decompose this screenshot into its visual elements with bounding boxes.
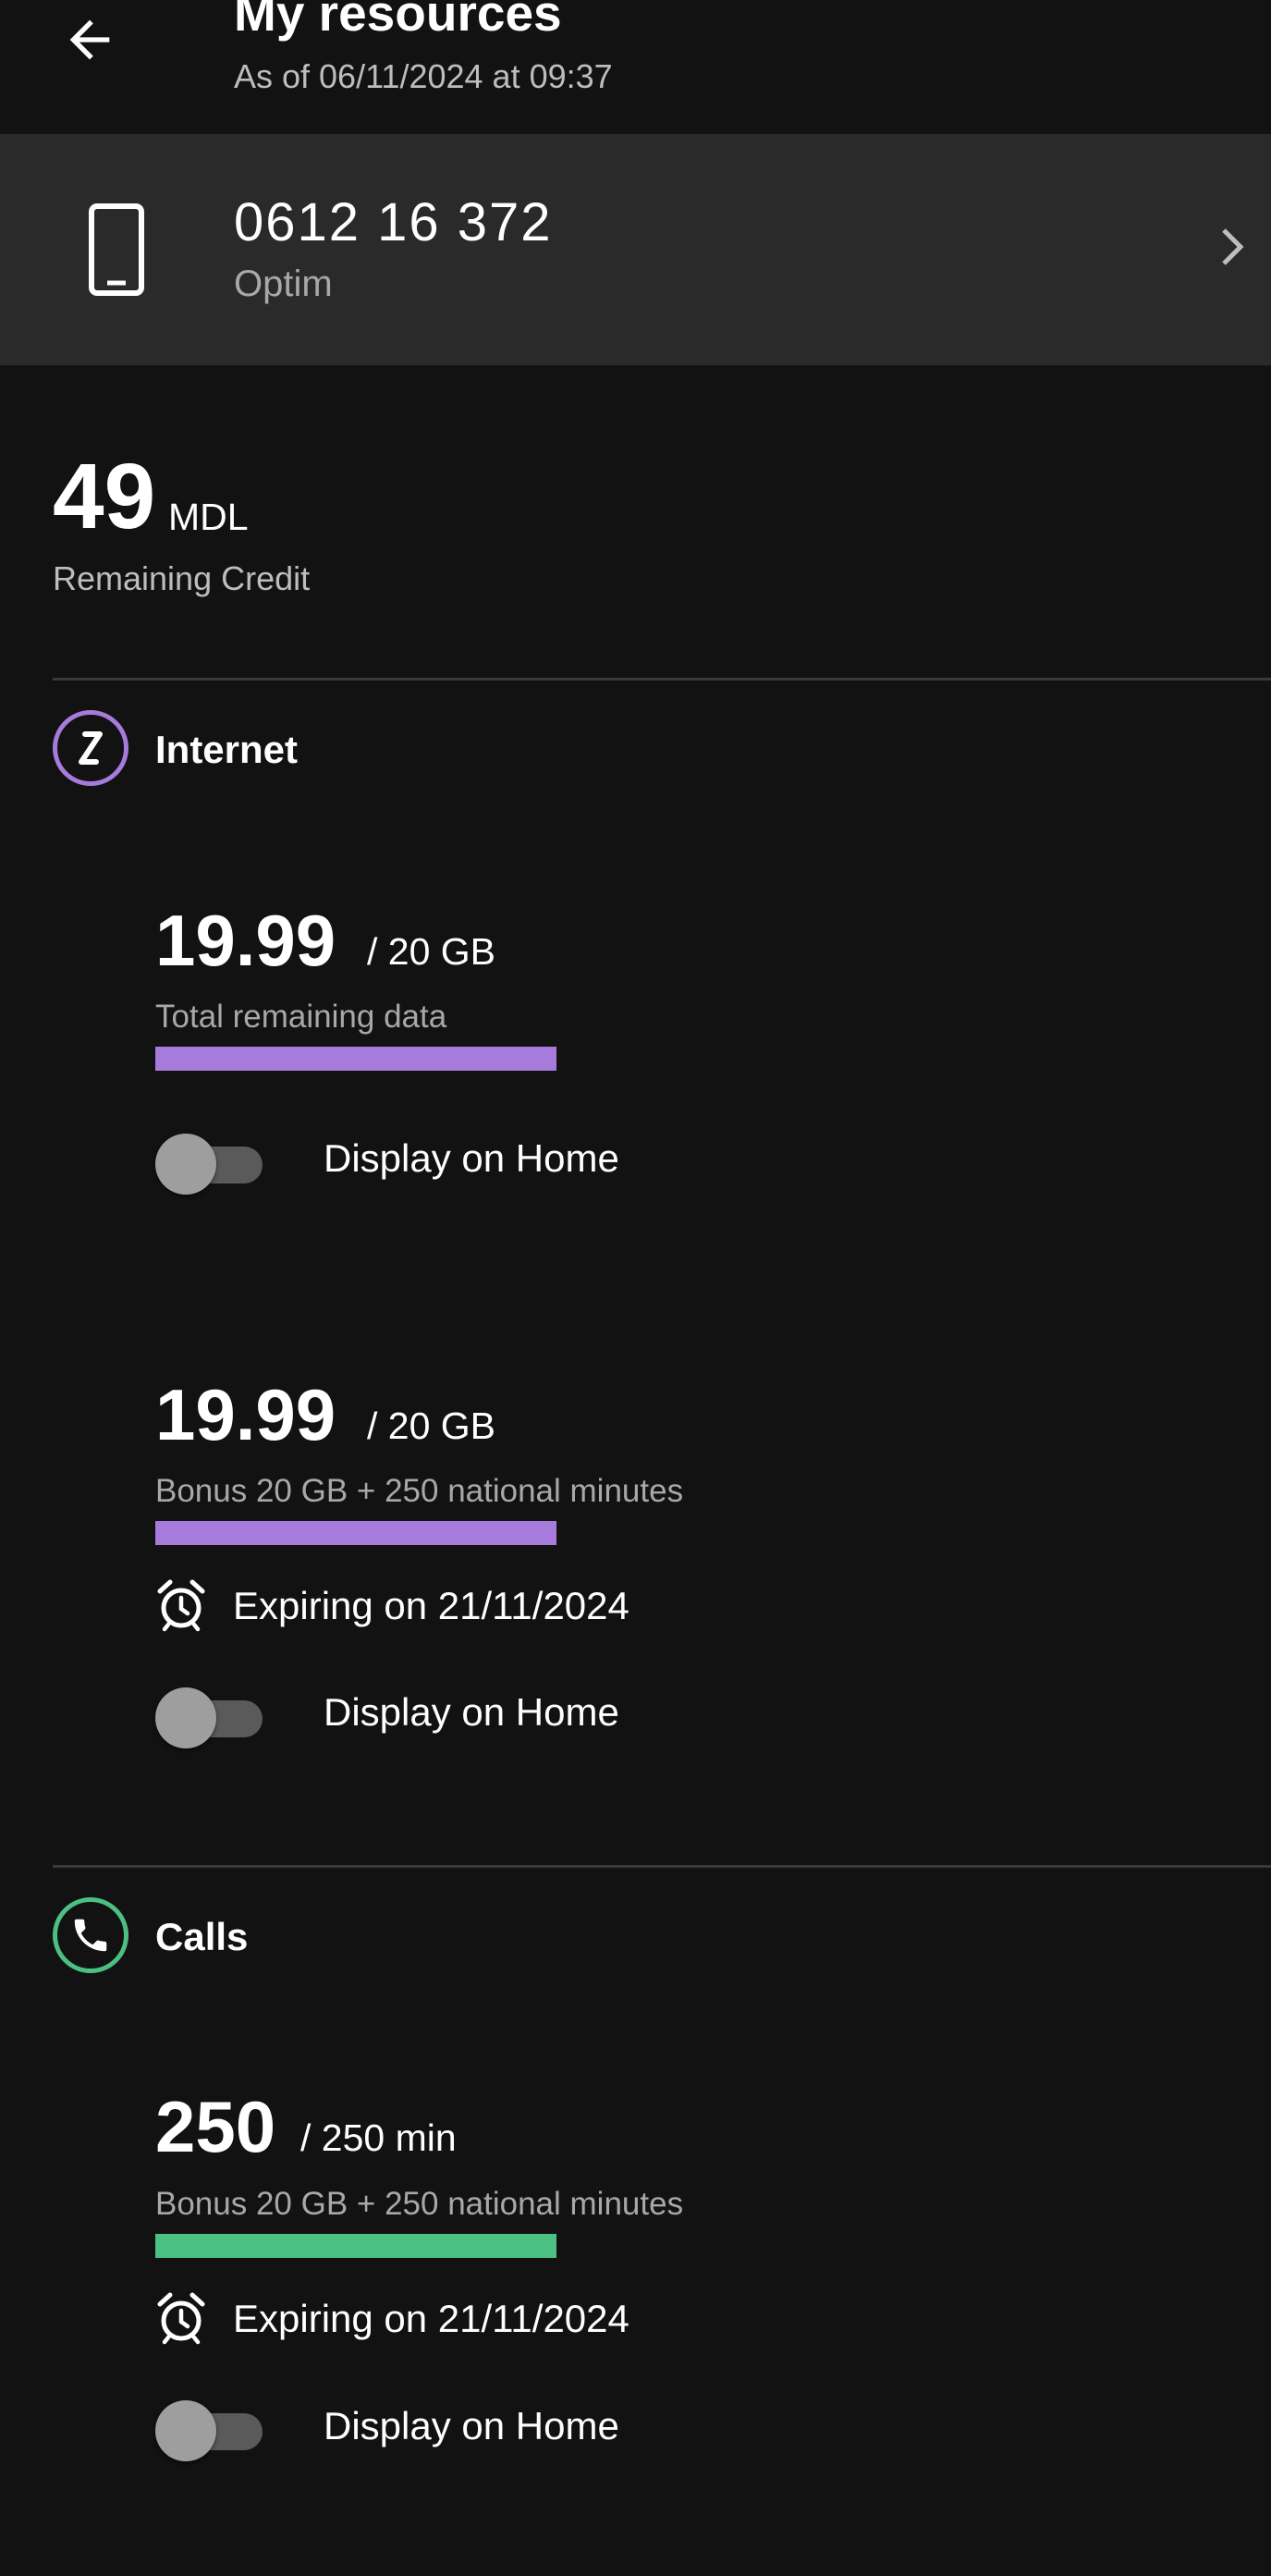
expiry-date: Expiring on 21/11/2024	[233, 1584, 629, 1627]
section-title-calls: Calls	[155, 1915, 249, 1958]
data-remaining-value: 19.99	[155, 900, 336, 981]
minutes-description: Bonus 20 GB + 250 national minutes	[155, 2186, 684, 2222]
toggle-thumb	[155, 2400, 216, 2461]
toggle-label: Display on Home	[324, 1136, 619, 1180]
toggle-thumb	[155, 1687, 216, 1748]
expiry-date: Expiring on 21/11/2024	[233, 2297, 629, 2340]
data-progress-bar	[155, 1047, 556, 1071]
page-subtitle: As of 06/11/2024 at 09:37	[234, 57, 613, 95]
minutes-progress-bar	[155, 2234, 556, 2258]
minutes-total-value: / 250 min	[300, 2116, 457, 2159]
alarm-clock-icon	[155, 2291, 207, 2349]
data-description: Bonus 20 GB + 250 national minutes	[155, 1473, 684, 1509]
minutes-progress-fill	[155, 2234, 556, 2258]
display-on-home-toggle[interactable]	[155, 1124, 264, 1195]
credit-unit: MDL	[168, 496, 249, 538]
back-button[interactable]	[48, 0, 131, 83]
data-progress-fill	[155, 1521, 556, 1545]
line-plan: Optim	[234, 264, 333, 304]
line-number: 0612 16 372	[234, 192, 553, 252]
line-selector-card[interactable]: 0612 16 372 Optim	[0, 134, 1271, 365]
page-title: My resources	[234, 0, 562, 42]
phone-icon	[53, 1897, 128, 1973]
minutes-remaining-value: 250	[155, 2086, 276, 2167]
toggle-label: Display on Home	[324, 1690, 619, 1734]
data-progress-bar	[155, 1521, 556, 1545]
arrow-left-icon	[60, 10, 119, 74]
mobile-phone-icon	[83, 203, 150, 301]
credit-label: Remaining Credit	[53, 559, 311, 597]
section-title-internet: Internet	[155, 728, 299, 771]
chevron-right-icon	[1216, 227, 1250, 272]
divider	[53, 678, 1271, 681]
data-progress-fill	[155, 1047, 556, 1071]
toggle-thumb	[155, 1134, 216, 1195]
toggle-label: Display on Home	[324, 2404, 619, 2447]
data-remaining-value: 19.99	[155, 1374, 336, 1455]
data-description: Total remaining data	[155, 999, 447, 1035]
alarm-clock-icon	[155, 1578, 207, 1637]
credit-amount: 49	[53, 445, 156, 548]
data-total-value: / 20 GB	[367, 930, 496, 973]
divider	[53, 1865, 1271, 1868]
data-total-value: / 20 GB	[367, 1405, 496, 1447]
internet-brand-icon	[53, 710, 128, 786]
display-on-home-toggle[interactable]	[155, 2391, 264, 2461]
app-header: My resources As of 06/11/2024 at 09:37	[0, 0, 1271, 132]
display-on-home-toggle[interactable]	[155, 1678, 264, 1748]
